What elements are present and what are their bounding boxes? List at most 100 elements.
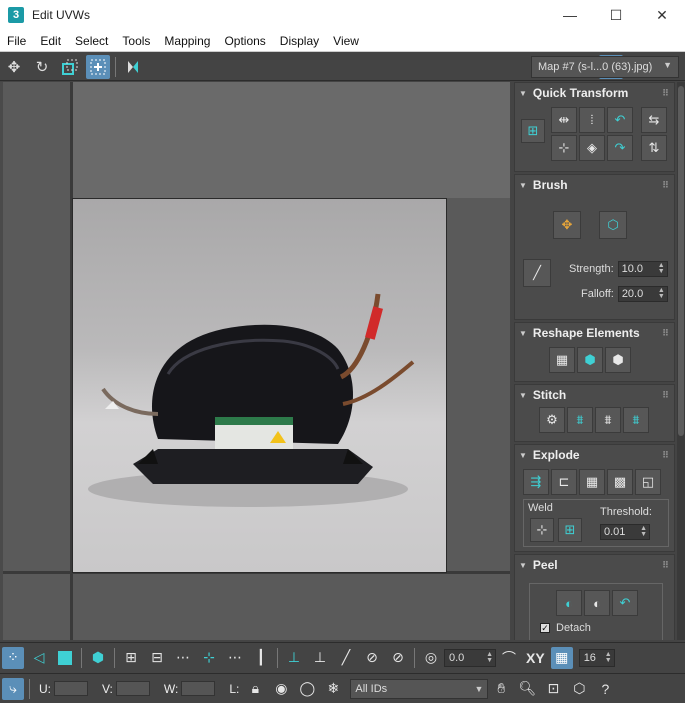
spinner-arrows-icon[interactable]: ▲ ▼ [658, 287, 665, 300]
detach-checkbox[interactable]: ✓ [540, 623, 550, 633]
align-horizontal-button[interactable]: ⇹ [551, 107, 577, 133]
zoom-extents-icon[interactable]: ⬡ [568, 678, 590, 700]
close-button[interactable]: ✕ [639, 0, 685, 30]
loop-grow-icon[interactable]: ⊹ [198, 647, 220, 669]
u-field[interactable] [54, 681, 88, 696]
align-to-edge-button[interactable]: ⊹ [551, 135, 577, 161]
paint-shrink-icon[interactable]: ⊘ [387, 647, 409, 669]
stitch-header[interactable]: ▼ Stitch ⠿ [515, 385, 674, 405]
target-weld-button[interactable]: ⊹ [530, 518, 554, 542]
linear-align-button[interactable]: ◈ [579, 135, 605, 161]
spinner-arrows-icon[interactable]: ▲ ▼ [640, 525, 647, 538]
zoom-region-icon[interactable]: ⊡ [542, 678, 564, 700]
weld-selected-button[interactable]: ⊞ [558, 518, 582, 542]
grid-snap-icon[interactable]: ▦ [550, 646, 573, 669]
stitch-custom-button[interactable]: ⩩ [623, 407, 649, 433]
vertex-mode-icon[interactable]: ⁘ [2, 646, 24, 669]
brush-header[interactable]: ▼ Brush ⠿ [515, 175, 674, 195]
v-field[interactable] [115, 681, 150, 696]
detach-edge-verts-button[interactable]: ⊏ [551, 469, 577, 495]
stitch-to-source-button[interactable]: ⩩ [595, 407, 621, 433]
menu-display[interactable]: Display [273, 34, 326, 48]
freeform-gizmo-button[interactable]: ⊞ [521, 119, 545, 143]
maximize-button[interactable]: ☐ [593, 0, 639, 30]
freeform-mode-icon[interactable] [86, 54, 110, 79]
relax-brush-button[interactable]: ⬡ [599, 211, 627, 239]
material-id-select[interactable]: All IDs ▼ [350, 678, 489, 699]
uv-editor-viewport[interactable] [0, 82, 510, 640]
polygon-mode-icon[interactable] [54, 647, 76, 669]
stitch-to-target-button[interactable]: ⚙ [539, 407, 565, 433]
spinner-arrows-icon[interactable]: ▲ ▼ [658, 262, 665, 275]
reshape-elements-header[interactable]: ▼ Reshape Elements ⠿ [515, 323, 674, 343]
menu-options[interactable]: Options [217, 34, 272, 48]
xy-space-toggle[interactable]: XY [526, 650, 545, 666]
paint-select-icon[interactable]: ╱ [335, 647, 357, 669]
angle-spinner[interactable]: 0.0 ▲ ▼ [444, 648, 496, 667]
loop-shrink-icon[interactable]: ⋯ [224, 647, 246, 669]
menu-file[interactable]: File [0, 34, 33, 48]
freeze-icon[interactable]: ❄ [322, 678, 344, 700]
pan-icon[interactable]: ✋︎ [490, 678, 512, 700]
unhide-icon[interactable]: ◯ [296, 678, 318, 700]
menu-edit[interactable]: Edit [33, 34, 68, 48]
grow-selection-icon[interactable]: ⊞ [120, 647, 142, 669]
brush-falloff-curve-button[interactable]: ╱ [523, 259, 551, 287]
strength-spinner[interactable]: 10.0 ▲ ▼ [617, 261, 668, 277]
align-vertical-button[interactable]: ⦙ [579, 107, 605, 133]
menu-select[interactable]: Select [68, 34, 115, 48]
ring-grow-icon[interactable]: ⊥ [283, 647, 305, 669]
ring-shrink-icon[interactable]: ⊥ [309, 647, 331, 669]
paint-move-button[interactable]: ✥ [553, 211, 581, 239]
explode-by-material-button[interactable]: ▩ [607, 469, 633, 495]
menu-tools[interactable]: Tools [115, 34, 157, 48]
edge-mode-icon[interactable]: ◁ [28, 647, 50, 669]
mirror-icon[interactable] [121, 55, 145, 79]
relax-until-flat-button[interactable]: ⬢ [577, 347, 603, 373]
space-horizontal-button[interactable]: ⇆ [641, 107, 667, 133]
help-icon[interactable]: ? [594, 678, 616, 700]
stitch-average-button[interactable]: ⩩ [567, 407, 593, 433]
rotate-cw-button[interactable]: ↷ [607, 135, 633, 161]
absolute-offset-icon[interactable]: ⤷ [2, 677, 24, 700]
shrink-selection-icon[interactable]: ⊟ [146, 647, 168, 669]
hide-icon[interactable]: ◉ [270, 678, 292, 700]
rotate-icon[interactable]: ↻ [30, 55, 54, 79]
threshold-spinner[interactable]: 0.01 ▲ ▼ [600, 524, 650, 540]
texture-map-select[interactable]: Map #7 (s-l...0 (63).jpg) ▼ [531, 56, 679, 78]
menu-mapping[interactable]: Mapping [157, 34, 217, 48]
paint-grow-icon[interactable]: ⊘ [361, 647, 383, 669]
grid-size-spinner[interactable]: 16 ▲ ▼ [578, 648, 615, 667]
spinner-arrows-icon[interactable]: ▲ ▼ [605, 651, 612, 664]
lock-icon[interactable]: 🔒︎ [244, 678, 266, 700]
straighten-selection-button[interactable]: ▦ [549, 347, 575, 373]
move-icon[interactable]: ✥ [2, 55, 26, 79]
w-field[interactable] [181, 681, 216, 696]
scrollbar-thumb[interactable] [678, 86, 684, 436]
peel-header[interactable]: ▼ Peel ⠿ [515, 555, 674, 575]
element-mode-icon[interactable]: ⬢ [87, 647, 109, 669]
ring-icon[interactable]: ┃ [250, 647, 272, 669]
relax-button[interactable]: ⬢ [605, 347, 631, 373]
quick-transform-header[interactable]: ▼ Quick Transform ⠿ [515, 83, 674, 103]
falloff-spinner[interactable]: 20.0 ▲ ▼ [617, 286, 668, 302]
zoom-icon[interactable]: 🔍︎ [516, 678, 538, 700]
quick-peel-button[interactable]: ◐ [556, 590, 582, 616]
flatten-by-polygon-angle-button[interactable]: ◱ [635, 469, 661, 495]
break-button[interactable]: ⇶ [523, 469, 549, 495]
falloff-curve-icon[interactable]: ⌒ [498, 647, 520, 669]
explode-to-smoothing-groups-button[interactable]: ▦ [579, 469, 605, 495]
loop-icon[interactable]: ⋯ [172, 647, 194, 669]
spinner-arrows-icon[interactable]: ▲ ▼ [486, 651, 493, 664]
space-vertical-button[interactable]: ⇅ [641, 135, 667, 161]
soft-selection-icon[interactable]: ◎ [420, 647, 442, 669]
explode-header[interactable]: ▼ Explode ⠿ [515, 445, 674, 465]
menu-view[interactable]: View [326, 34, 366, 48]
scale-icon[interactable] [58, 55, 82, 79]
minimize-button[interactable]: — [547, 0, 593, 30]
panel-scrollbar[interactable] [677, 82, 685, 640]
reset-peel-button[interactable]: ↶ [612, 590, 638, 616]
detach-checkbox-row[interactable]: ✓ Detach [540, 622, 591, 634]
rotate-ccw-button[interactable]: ↶ [607, 107, 633, 133]
peel-mode-button[interactable]: ◐ [584, 590, 610, 616]
